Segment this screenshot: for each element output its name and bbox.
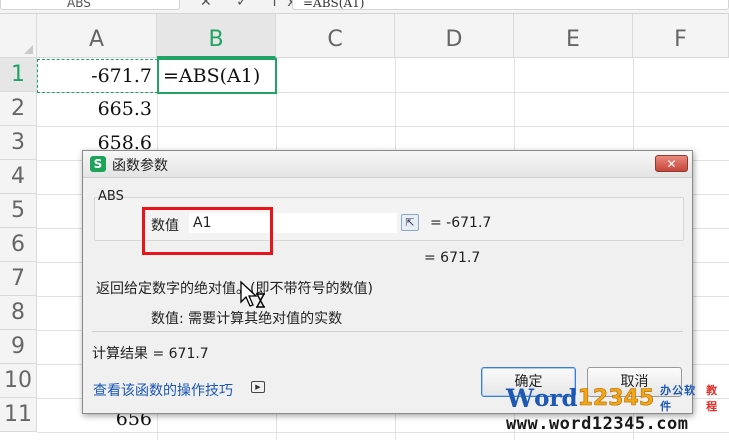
watermark-subtitle-2: 教程 (706, 384, 719, 413)
dialog-titlebar[interactable]: S 函数参数 ✕ (83, 151, 692, 178)
row-header-10[interactable]: 10 (0, 364, 37, 398)
row-header-5[interactable]: 5 (0, 194, 37, 228)
function-result: = 671.7 (424, 250, 481, 266)
column-header-a[interactable]: A (37, 14, 157, 58)
function-description: 返回给定数字的绝对值。(即不带符号的数值) (96, 281, 373, 297)
help-link[interactable]: 查看该函数的操作技巧 (93, 380, 233, 400)
row-header-7[interactable]: 7 (0, 262, 37, 296)
column-header-d[interactable]: D (395, 14, 514, 58)
column-header-b[interactable]: B (157, 14, 276, 58)
name-box[interactable]: ABS (0, 0, 180, 10)
watermark-brand: W ord 12345 办公软件 教程 (506, 383, 729, 414)
row-header-6[interactable]: 6 (0, 228, 37, 262)
row-header-4[interactable]: 4 (0, 160, 37, 194)
watermark-logo: W ord 12345 办公软件 教程 www.word12345.com (500, 382, 729, 440)
formula-bar-icons[interactable]: ✕ ✓ fx (200, 0, 306, 10)
row-header-8[interactable]: 8 (0, 296, 37, 330)
calculation-result: 计算结果 = 671.7 (92, 346, 209, 362)
dialog-title: 函数参数 (112, 158, 168, 174)
cell-b1[interactable]: =ABS(A1) (157, 58, 277, 94)
column-header-c[interactable]: C (276, 14, 395, 58)
function-name: ABS (98, 189, 124, 204)
watermark-url: www.word12345.com (506, 414, 689, 434)
argument-result: = -671.7 (430, 215, 492, 231)
mouse-cursor-icon (240, 280, 265, 308)
select-all-corner[interactable] (0, 14, 37, 58)
column-header-e[interactable]: E (514, 14, 633, 58)
row-header-3[interactable]: 3 (0, 126, 37, 160)
formula-bar: ABS ✕ ✓ fx =ABS(A1) (0, 0, 729, 14)
watermark-ord: ord (534, 384, 578, 412)
video-play-icon[interactable]: ▶ (251, 381, 265, 393)
row-header-2[interactable]: 2 (0, 92, 37, 126)
wps-sheet-icon: S (90, 156, 106, 172)
row-header-11[interactable]: 11 (0, 398, 37, 432)
close-button[interactable]: ✕ (655, 155, 688, 172)
row-header-9[interactable]: 9 (0, 330, 37, 364)
function-arguments-dialog: S 函数参数 ✕ ABS 数值 ⇱ = -671.7 = 671.7 返回给定数… (82, 150, 693, 414)
watermark-w: W (506, 383, 535, 413)
range-select-icon[interactable]: ⇱ (401, 214, 419, 231)
divider (92, 331, 683, 332)
column-header-f[interactable]: F (633, 14, 729, 58)
parameter-description-label: 数值: (151, 311, 184, 327)
cell-a1[interactable]: -671.7 (37, 59, 158, 93)
formula-input[interactable]: =ABS(A1) (292, 0, 729, 10)
watermark-number: 12345 (577, 385, 655, 411)
highlight-box (142, 207, 273, 255)
parameter-description: 数值: 需要计算其绝对值的实数 (151, 308, 342, 328)
cell-a2[interactable]: 665.3 (37, 93, 157, 126)
parameter-description-text: 需要计算其绝对值的实数 (188, 311, 343, 327)
watermark-subtitle: 办公软件 (660, 384, 697, 413)
row-header-1[interactable]: 1 (0, 58, 37, 92)
